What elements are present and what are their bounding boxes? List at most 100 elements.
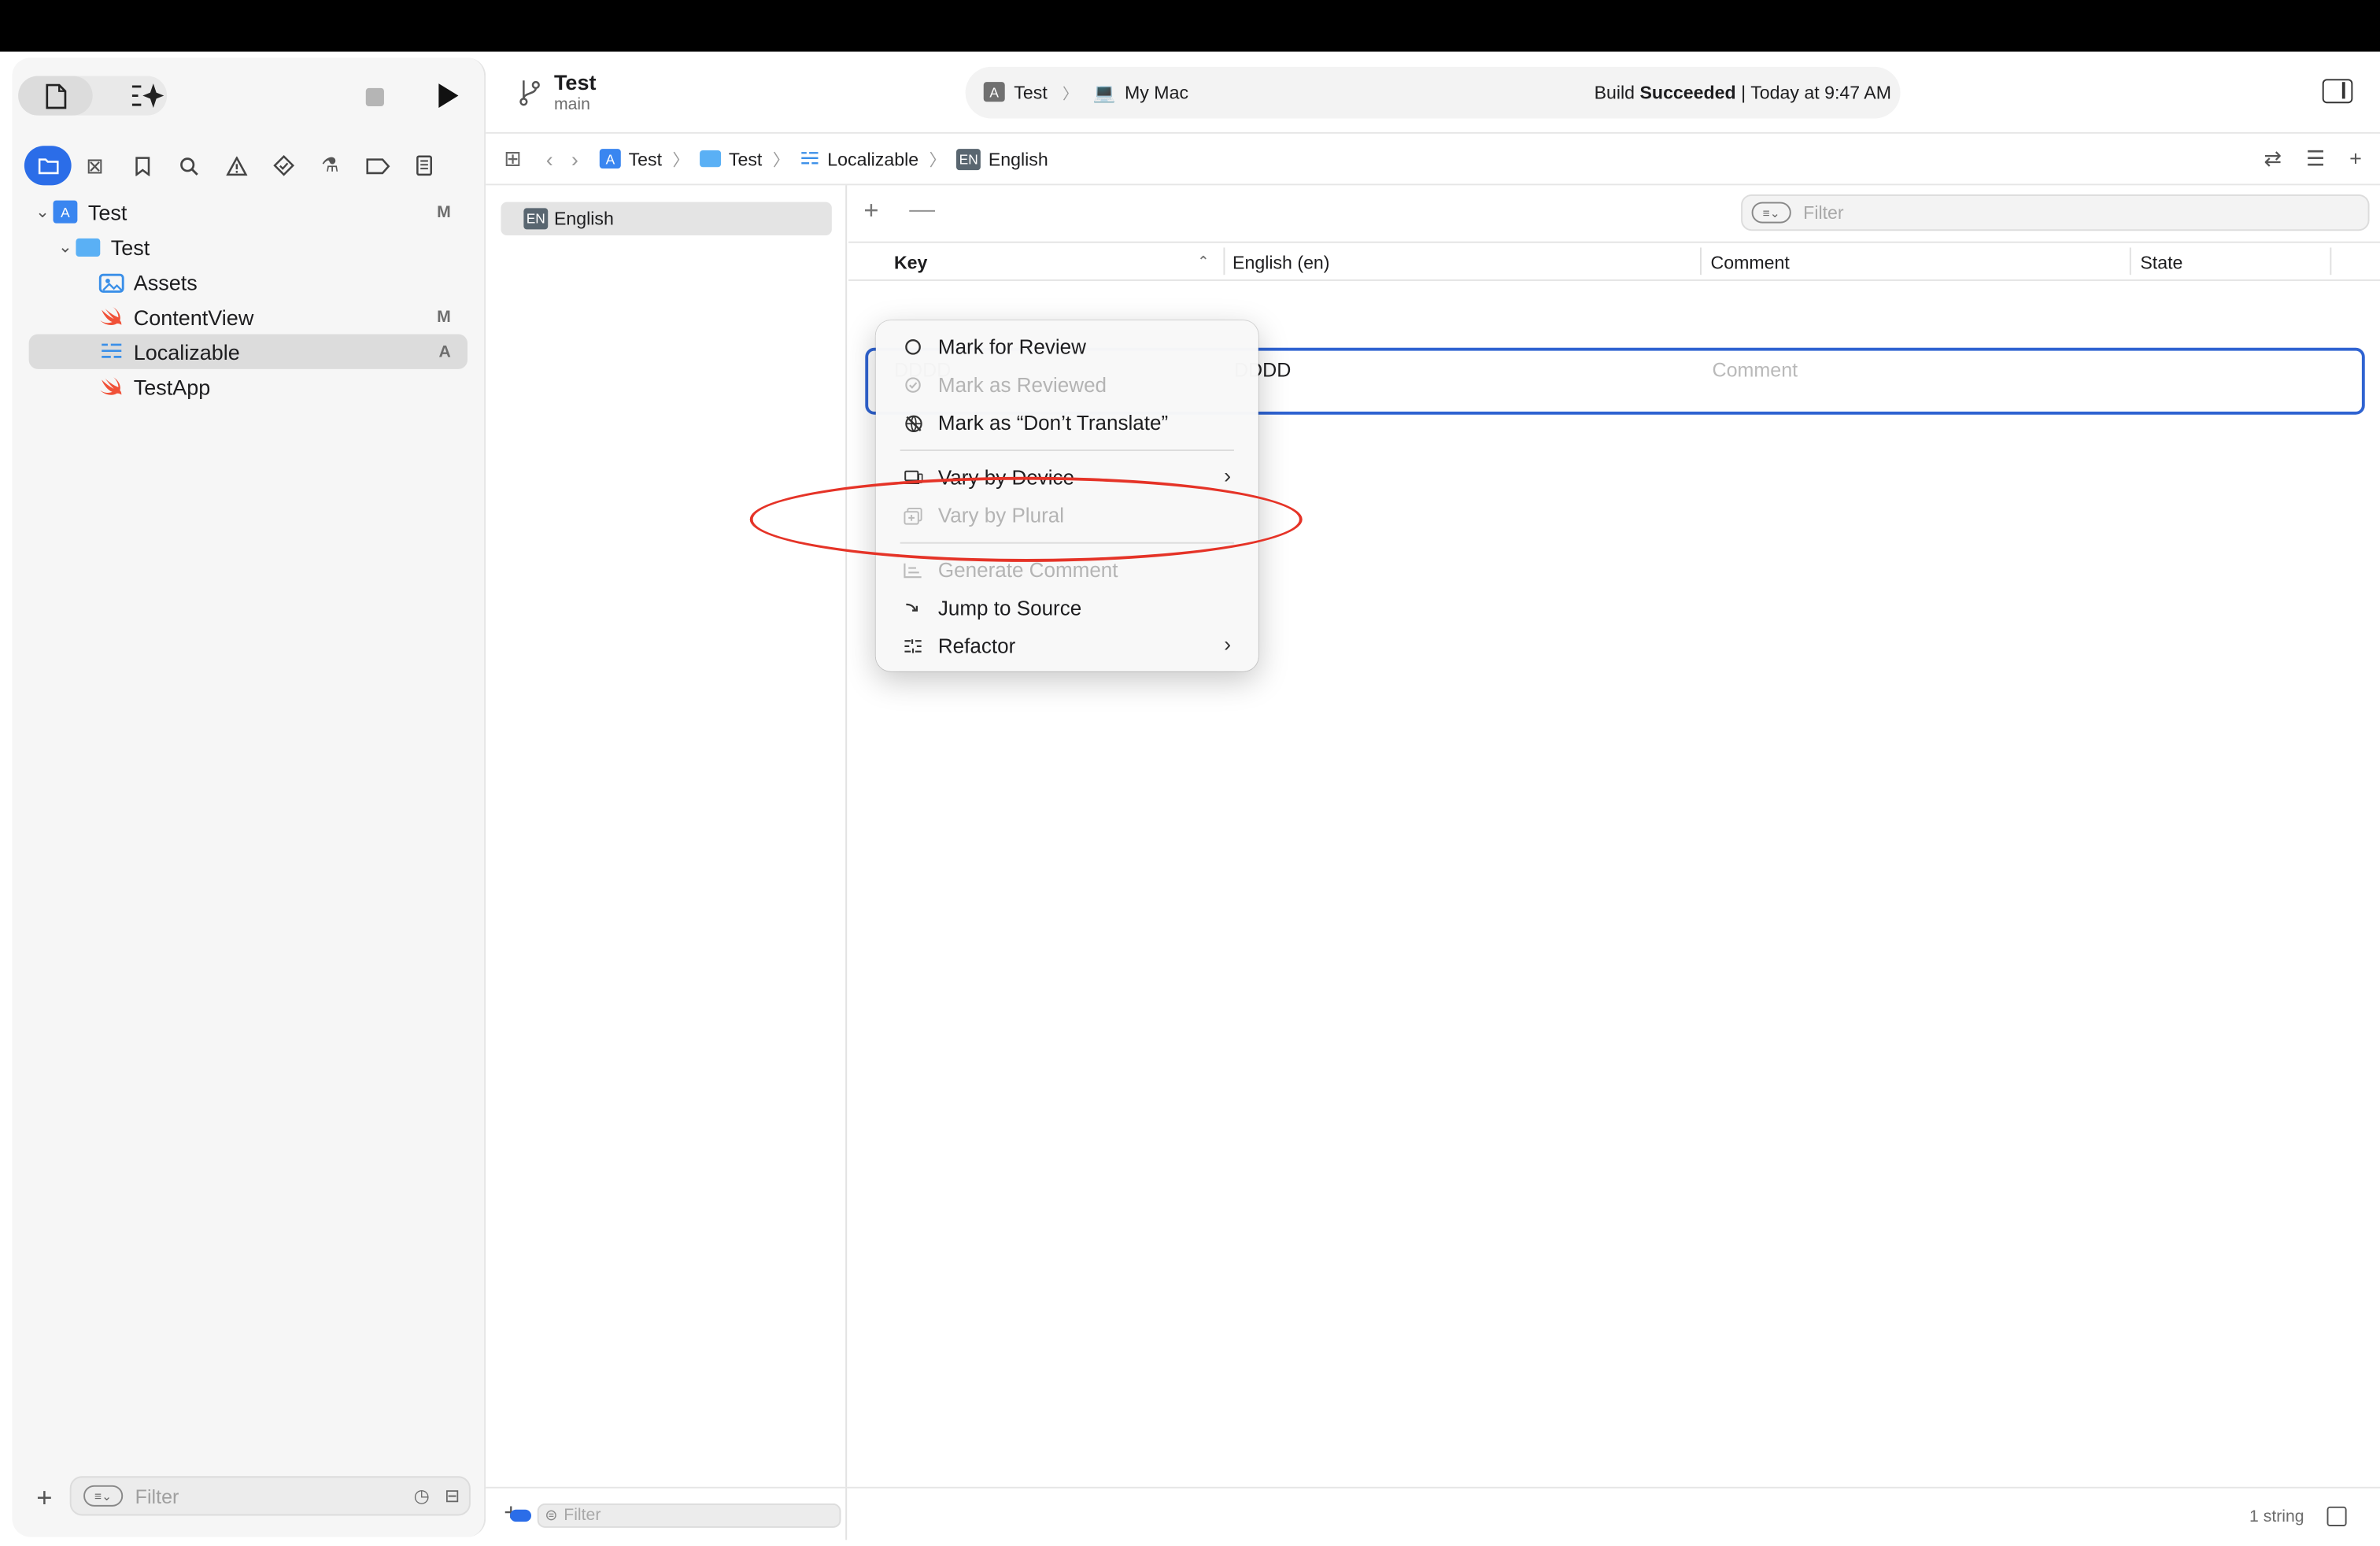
activity-viewer: A Test 〉 💻 My Mac Build Succeeded | Toda…	[965, 66, 1901, 119]
magnifying-glass-icon	[180, 157, 198, 175]
build-status-time: | Today at 9:47 AM	[1741, 82, 1892, 104]
branch-icon	[519, 79, 541, 113]
tree-item-label: Localizable	[133, 339, 240, 364]
globe-slash-icon	[904, 413, 923, 433]
add-editor-icon[interactable]: +	[2349, 146, 2362, 172]
tree-item-testapp[interactable]: TestApp	[12, 369, 484, 404]
column-header-comment[interactable]: Comment	[1711, 252, 1790, 273]
folder-icon	[75, 235, 102, 259]
menu-item-label: Vary by Plural	[937, 504, 1065, 527]
sidebar-toolbar	[12, 57, 484, 133]
assistant-mode-button[interactable]	[111, 76, 186, 115]
jumpbar-item-file[interactable]: Localizable	[800, 148, 918, 169]
spray-can-icon: ⚗	[321, 153, 339, 176]
bookmark-icon	[135, 156, 150, 176]
language-list: EN English + ⊜ Filter	[486, 185, 848, 1540]
cell-comment[interactable]: Comment	[1712, 358, 1798, 381]
menu-item-label: Mark as “Don’t Translate”	[937, 411, 1169, 435]
tree-item-group[interactable]: ⌄ Test	[12, 229, 484, 264]
menu-item-mark-for-review[interactable]: Mark for Review	[876, 328, 1258, 366]
menu-item-jump-to-source[interactable]: Jump to Source	[876, 590, 1258, 627]
filter-options-icon[interactable]: ≡⌄	[1751, 202, 1791, 224]
laptop-icon: 💻	[1092, 81, 1116, 103]
scm-filter-icon[interactable]: ⊟	[445, 1485, 460, 1507]
recent-files-icon[interactable]: ◷	[414, 1485, 430, 1507]
find-navigator-tab[interactable]	[165, 146, 213, 185]
menu-item-label: Mark as Reviewed	[937, 373, 1107, 397]
chevron-down-icon[interactable]: ⌄	[33, 202, 51, 222]
column-divider[interactable]	[2330, 247, 2332, 276]
filter-options-icon[interactable]: ≡⌄	[83, 1485, 124, 1507]
project-tree: ⌄ A Test M ⌄ Test Assets ContentView M L…	[12, 194, 484, 404]
scm-status-badge: M	[437, 307, 451, 326]
tree-item-project[interactable]: ⌄ A Test M	[12, 194, 484, 229]
jumpbar-item-group[interactable]: Test	[700, 148, 762, 169]
jumpbar-item-language[interactable]: EN English	[956, 148, 1048, 170]
menu-item-label: Vary by Device	[937, 466, 1075, 490]
diamond-icon	[272, 154, 294, 176]
filter-placeholder: Filter	[135, 1484, 179, 1507]
column-divider[interactable]	[2129, 247, 2131, 276]
forward-arrow-icon[interactable]: ›	[571, 146, 578, 171]
column-header-english[interactable]: English (en)	[1232, 252, 1329, 273]
tree-item-localizable[interactable]: Localizable A	[28, 334, 468, 369]
menu-item-refactor[interactable]: Refactor ›	[876, 627, 1258, 665]
add-string-button[interactable]: +	[863, 196, 878, 227]
jumpbar-item-project[interactable]: A Test	[599, 148, 662, 169]
column-header-state[interactable]: State	[2140, 252, 2182, 273]
menu-separator	[900, 449, 1234, 452]
jumpbar-label: Test	[728, 148, 763, 170]
toggle-debug-area-icon[interactable]	[2326, 1506, 2347, 1526]
stop-button[interactable]	[365, 87, 384, 107]
project-navigator-tab[interactable]	[24, 146, 72, 186]
menu-item-vary-by-plural[interactable]: Vary by Plural	[876, 497, 1258, 534]
source-control-navigator-tab[interactable]: ⊠	[72, 146, 119, 185]
menu-item-dont-translate[interactable]: Mark as “Don’t Translate”	[876, 404, 1258, 442]
tree-item-label: Test	[110, 235, 150, 259]
swap-arrows-icon[interactable]: ⇄	[2264, 146, 2282, 172]
toggle-inspector-button[interactable]	[2322, 79, 2353, 104]
chevron-down-icon[interactable]: ⌄	[56, 237, 74, 257]
filter-toggle-icon[interactable]	[510, 1509, 532, 1522]
breakpoint-navigator-tab[interactable]	[353, 146, 401, 185]
app-project-icon: A	[599, 149, 621, 169]
circle-icon	[904, 337, 923, 357]
chevron-right-icon: ›	[1224, 631, 1232, 656]
report-icon	[416, 155, 432, 176]
editor-options-icon[interactable]: ☰	[2306, 146, 2325, 172]
tree-item-assets[interactable]: Assets	[12, 264, 484, 299]
run-button[interactable]	[438, 83, 459, 108]
strings-filter-field[interactable]: ≡⌄ Filter	[1741, 194, 2370, 231]
navigator-filter-field[interactable]: ≡⌄ Filter ◷ ⊟	[69, 1476, 471, 1516]
report-navigator-tab[interactable]	[401, 146, 448, 185]
device-icon	[904, 468, 923, 487]
column-divider[interactable]	[1700, 247, 1702, 276]
menu-item-label: Mark for Review	[937, 335, 1086, 359]
column-divider[interactable]	[1223, 247, 1225, 276]
tree-item-label: Assets	[133, 269, 198, 294]
sort-ascending-icon[interactable]: ⌃	[1198, 253, 1210, 270]
menu-item-mark-as-reviewed[interactable]: Mark as Reviewed	[876, 366, 1258, 404]
tree-item-contentview[interactable]: ContentView M	[12, 299, 484, 334]
debug-navigator-tab[interactable]: ⚗	[307, 146, 354, 185]
issue-navigator-tab[interactable]	[213, 146, 260, 185]
remove-string-button[interactable]: —	[909, 194, 935, 225]
chevron-right-icon: 〉	[1062, 86, 1078, 104]
bookmark-navigator-tab[interactable]	[118, 146, 165, 185]
tree-item-label: ContentView	[133, 304, 254, 329]
column-header-key[interactable]: Key	[894, 252, 927, 273]
menu-item-vary-by-device[interactable]: Vary by Device ›	[876, 459, 1258, 497]
scheme-selector[interactable]: A Test 〉 💻 My Mac	[983, 80, 1188, 104]
breakpoint-icon	[365, 157, 390, 174]
string-count: 1 string	[2249, 1507, 2304, 1526]
language-item-english[interactable]: EN English	[501, 202, 832, 236]
back-arrow-icon[interactable]: ‹	[546, 146, 553, 171]
destination-name[interactable]: My Mac	[1125, 81, 1188, 102]
test-navigator-tab[interactable]	[260, 146, 307, 185]
language-en-icon: EN	[956, 148, 981, 170]
file-mode-button[interactable]	[18, 76, 93, 116]
related-items-grid-icon[interactable]: ⊞	[504, 146, 522, 172]
menu-item-generate-comment[interactable]: Generate Comment	[876, 551, 1258, 589]
document-icon	[45, 83, 66, 109]
add-file-button[interactable]: +	[36, 1482, 52, 1515]
